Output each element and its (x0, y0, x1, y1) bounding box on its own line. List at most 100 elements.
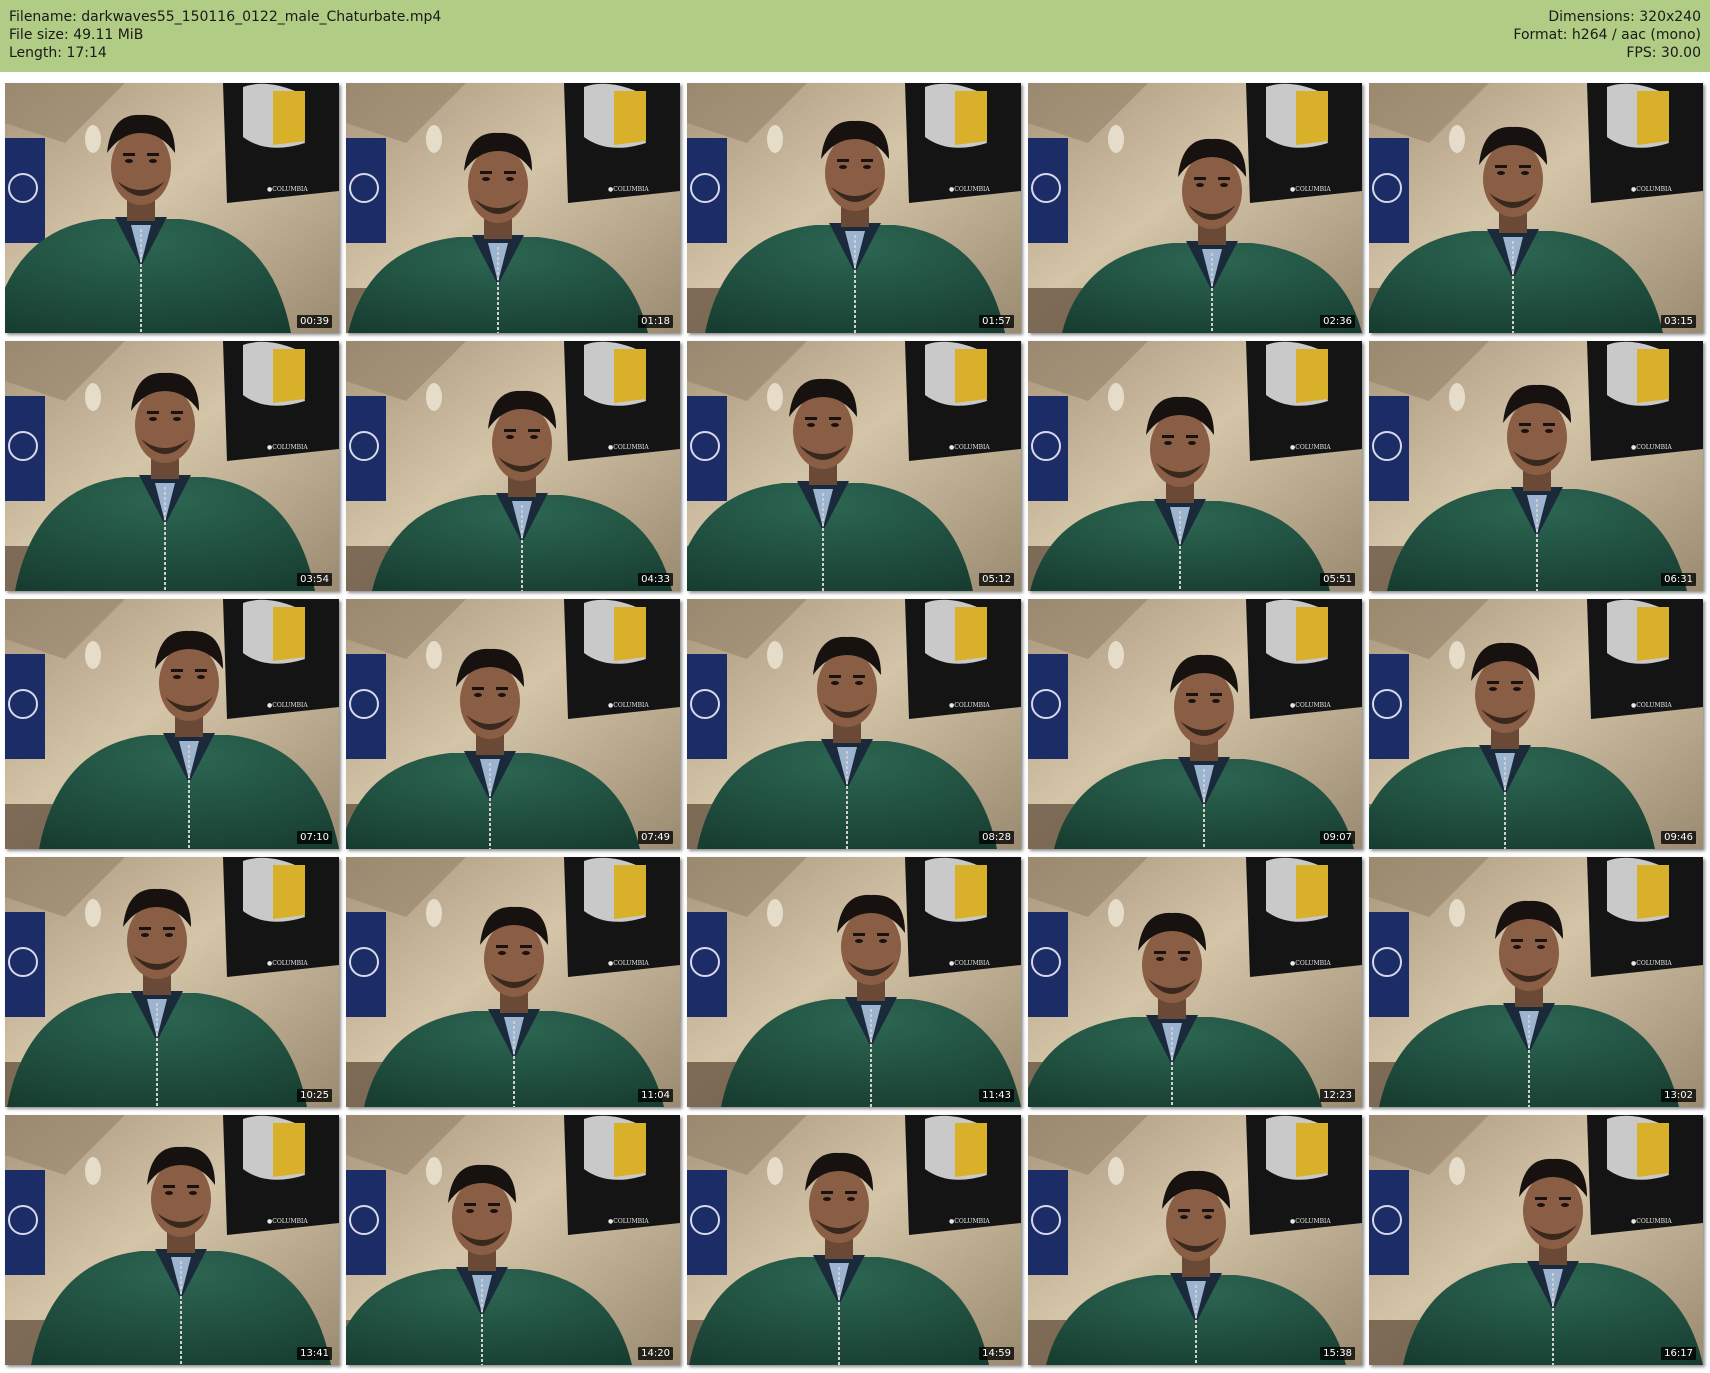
thumbnail[interactable]: ●COLUMBIA 03:54 (5, 341, 339, 591)
thumbnail[interactable]: ●COLUMBIA 16:17 (1369, 1115, 1703, 1365)
svg-text:●COLUMBIA: ●COLUMBIA (608, 186, 649, 193)
svg-text:●COLUMBIA: ●COLUMBIA (608, 702, 649, 709)
svg-text:●COLUMBIA: ●COLUMBIA (1631, 960, 1672, 967)
video-frame-image: ●COLUMBIA (1369, 857, 1703, 1107)
filesize-text: File size: 49.11 MiB (9, 27, 144, 43)
timestamp-label: 05:51 (1320, 573, 1355, 586)
video-frame-image: ●COLUMBIA (687, 857, 1021, 1107)
video-frame-image: ●COLUMBIA (687, 83, 1021, 333)
video-frame-image: ●COLUMBIA (1028, 341, 1362, 591)
thumbnail[interactable]: ●COLUMBIA 05:51 (1028, 341, 1362, 591)
video-frame-image: ●COLUMBIA (1369, 1115, 1703, 1365)
timestamp-label: 14:20 (638, 1347, 673, 1360)
video-frame-image: ●COLUMBIA (346, 83, 680, 333)
svg-text:●COLUMBIA: ●COLUMBIA (1290, 1218, 1331, 1225)
svg-text:●COLUMBIA: ●COLUMBIA (1631, 186, 1672, 193)
svg-text:●COLUMBIA: ●COLUMBIA (1631, 702, 1672, 709)
svg-text:●COLUMBIA: ●COLUMBIA (267, 702, 308, 709)
thumbnail[interactable]: ●COLUMBIA 12:23 (1028, 857, 1362, 1107)
timestamp-label: 05:12 (979, 573, 1014, 586)
video-frame-image: ●COLUMBIA (5, 83, 339, 333)
video-frame-image: ●COLUMBIA (1369, 341, 1703, 591)
thumbnail[interactable]: ●COLUMBIA 11:43 (687, 857, 1021, 1107)
svg-text:●COLUMBIA: ●COLUMBIA (1290, 960, 1331, 967)
video-frame-image: ●COLUMBIA (346, 341, 680, 591)
thumbnail[interactable]: ●COLUMBIA 01:57 (687, 83, 1021, 333)
file-info: Filename: darkwaves55_150116_0122_male_C… (9, 8, 441, 62)
timestamp-label: 06:31 (1661, 573, 1696, 586)
video-frame-image: ●COLUMBIA (687, 341, 1021, 591)
timestamp-label: 11:43 (979, 1089, 1014, 1102)
thumbnail[interactable]: ●COLUMBIA 07:49 (346, 599, 680, 849)
thumbnail[interactable]: ●COLUMBIA 10:25 (5, 857, 339, 1107)
media-info: Dimensions: 320x240 Format: h264 / aac (… (1513, 8, 1701, 62)
thumbnail-grid: ●COLUMBIA 00:39 ●COLUMBIA 01:18 ●COLUMBI… (5, 83, 1705, 1365)
svg-text:●COLUMBIA: ●COLUMBIA (267, 1218, 308, 1225)
timestamp-label: 01:18 (638, 315, 673, 328)
fps-text: FPS: 30.00 (1626, 45, 1701, 61)
video-frame-image: ●COLUMBIA (346, 857, 680, 1107)
video-frame-image: ●COLUMBIA (346, 599, 680, 849)
svg-text:●COLUMBIA: ●COLUMBIA (949, 444, 990, 451)
video-frame-image: ●COLUMBIA (5, 341, 339, 591)
video-frame-image: ●COLUMBIA (1028, 599, 1362, 849)
svg-text:●COLUMBIA: ●COLUMBIA (949, 186, 990, 193)
format-text: Format: h264 / aac (mono) (1513, 27, 1701, 43)
svg-text:●COLUMBIA: ●COLUMBIA (949, 702, 990, 709)
thumbnail[interactable]: ●COLUMBIA 14:59 (687, 1115, 1021, 1365)
svg-text:●COLUMBIA: ●COLUMBIA (949, 960, 990, 967)
timestamp-label: 16:17 (1661, 1347, 1696, 1360)
svg-text:●COLUMBIA: ●COLUMBIA (267, 960, 308, 967)
svg-text:●COLUMBIA: ●COLUMBIA (1631, 444, 1672, 451)
thumbnail[interactable]: ●COLUMBIA 14:20 (346, 1115, 680, 1365)
timestamp-label: 13:02 (1661, 1089, 1696, 1102)
thumbnail[interactable]: ●COLUMBIA 05:12 (687, 341, 1021, 591)
timestamp-label: 07:10 (297, 831, 332, 844)
timestamp-label: 13:41 (297, 1347, 332, 1360)
timestamp-label: 08:28 (979, 831, 1014, 844)
thumbnail[interactable]: ●COLUMBIA 01:18 (346, 83, 680, 333)
timestamp-label: 09:46 (1661, 831, 1696, 844)
video-frame-image: ●COLUMBIA (1369, 599, 1703, 849)
timestamp-label: 15:38 (1320, 1347, 1355, 1360)
thumbnail[interactable]: ●COLUMBIA 02:36 (1028, 83, 1362, 333)
timestamp-label: 00:39 (297, 315, 332, 328)
svg-text:●COLUMBIA: ●COLUMBIA (608, 1218, 649, 1225)
timestamp-label: 04:33 (638, 573, 673, 586)
video-frame-image: ●COLUMBIA (687, 599, 1021, 849)
thumbnail[interactable]: ●COLUMBIA 11:04 (346, 857, 680, 1107)
video-frame-image: ●COLUMBIA (5, 1115, 339, 1365)
thumbnail[interactable]: ●COLUMBIA 04:33 (346, 341, 680, 591)
svg-text:●COLUMBIA: ●COLUMBIA (1290, 444, 1331, 451)
thumbnail[interactable]: ●COLUMBIA 09:46 (1369, 599, 1703, 849)
thumbnail[interactable]: ●COLUMBIA 08:28 (687, 599, 1021, 849)
video-frame-image: ●COLUMBIA (687, 1115, 1021, 1365)
svg-text:●COLUMBIA: ●COLUMBIA (1290, 702, 1331, 709)
thumbnail[interactable]: ●COLUMBIA 13:02 (1369, 857, 1703, 1107)
timestamp-label: 10:25 (297, 1089, 332, 1102)
svg-text:●COLUMBIA: ●COLUMBIA (267, 444, 308, 451)
svg-text:●COLUMBIA: ●COLUMBIA (949, 1218, 990, 1225)
timestamp-label: 03:54 (297, 573, 332, 586)
dimensions-text: Dimensions: 320x240 (1548, 9, 1701, 25)
svg-text:●COLUMBIA: ●COLUMBIA (1631, 1218, 1672, 1225)
video-frame-image: ●COLUMBIA (1028, 857, 1362, 1107)
thumbnail[interactable]: ●COLUMBIA 09:07 (1028, 599, 1362, 849)
timestamp-label: 02:36 (1320, 315, 1355, 328)
video-frame-image: ●COLUMBIA (1028, 83, 1362, 333)
timestamp-label: 12:23 (1320, 1089, 1355, 1102)
video-frame-image: ●COLUMBIA (1369, 83, 1703, 333)
thumbnail[interactable]: ●COLUMBIA 03:15 (1369, 83, 1703, 333)
video-frame-image: ●COLUMBIA (5, 857, 339, 1107)
thumbnail[interactable]: ●COLUMBIA 06:31 (1369, 341, 1703, 591)
video-frame-image: ●COLUMBIA (346, 1115, 680, 1365)
thumbnail[interactable]: ●COLUMBIA 13:41 (5, 1115, 339, 1365)
svg-text:●COLUMBIA: ●COLUMBIA (267, 186, 308, 193)
info-header: Filename: darkwaves55_150116_0122_male_C… (0, 0, 1710, 72)
video-frame-image: ●COLUMBIA (5, 599, 339, 849)
thumbnail[interactable]: ●COLUMBIA 00:39 (5, 83, 339, 333)
thumbnail[interactable]: ●COLUMBIA 07:10 (5, 599, 339, 849)
timestamp-label: 14:59 (979, 1347, 1014, 1360)
timestamp-label: 09:07 (1320, 831, 1355, 844)
thumbnail[interactable]: ●COLUMBIA 15:38 (1028, 1115, 1362, 1365)
